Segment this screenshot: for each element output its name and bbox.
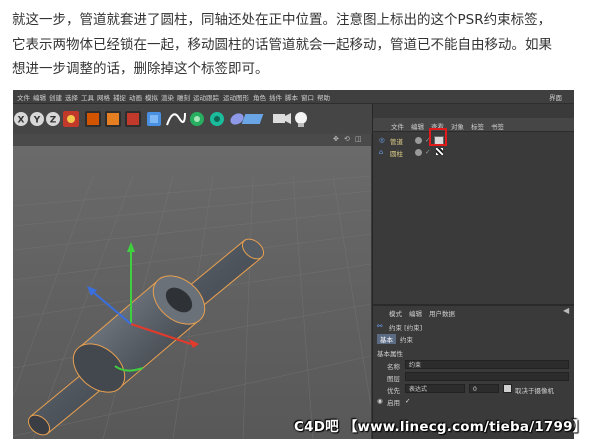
layout-label[interactable]: 界面	[549, 92, 562, 102]
menu-item[interactable]: 网格	[97, 92, 110, 102]
attr-title: 约束 [约束]	[389, 324, 423, 332]
world-icon[interactable]	[63, 111, 79, 127]
article-line: 想进一步调整的话，删除掉这个标签即可。	[12, 61, 269, 77]
array-icon[interactable]	[210, 112, 224, 126]
object-name: 管道	[390, 138, 403, 146]
name-label: 名称	[387, 363, 400, 371]
render-settings-icon[interactable]	[125, 111, 141, 127]
spline-icon[interactable]	[166, 112, 186, 126]
menu-item[interactable]: 运动跟踪	[193, 92, 219, 102]
article-text: 就这一步，管道就套进了圆柱，同轴还处在正中位置。注意图上标出的这个PSR约束标签…	[12, 8, 602, 82]
article-line: 就这一步，管道就套进了圆柱，同轴还处在正中位置。注意图上标出的这个PSR约束标签…	[12, 12, 552, 28]
radio-icon[interactable]: ◉	[377, 397, 383, 405]
pipe-object-icon: ◎	[379, 136, 385, 144]
highlight-box	[429, 128, 447, 146]
svg-text:Z: Z	[50, 116, 57, 126]
camera-icon[interactable]	[273, 113, 291, 124]
menu-item[interactable]: 脚本	[285, 92, 298, 102]
render-icon[interactable]	[105, 111, 121, 127]
section-basic-properties: 基本属性	[377, 350, 403, 358]
menu-item[interactable]: 编辑	[33, 92, 46, 102]
menu-item[interactable]: 雕刻	[177, 92, 190, 102]
subtab-constraint[interactable]: 约束	[397, 334, 416, 344]
priority-select[interactable]: 表达式	[405, 384, 465, 393]
deformer-icon[interactable]	[228, 111, 245, 127]
name-field[interactable]: 约束	[405, 360, 569, 369]
layer-field[interactable]	[405, 372, 569, 381]
tab-file[interactable]: 文件	[391, 121, 404, 131]
menu-item[interactable]: 插件	[269, 92, 282, 102]
menu-item[interactable]: 角色	[253, 92, 266, 102]
constraint-tag-icon: ⚯	[377, 322, 383, 330]
priority-number[interactable]: 0	[469, 384, 499, 393]
cube-icon[interactable]	[147, 112, 161, 126]
attr-tab-userdata[interactable]: 用户数据	[429, 308, 455, 318]
tab-bookmarks[interactable]: 书签	[491, 121, 504, 131]
back-arrow-icon[interactable]: ◀	[563, 306, 569, 315]
rotate-view-icon[interactable]: ⟲	[344, 135, 350, 143]
object-row-pipe[interactable]: ◎ 管道 ✓	[373, 135, 574, 146]
y-axis-icon[interactable]: Y	[30, 112, 44, 126]
attr-tab-edit[interactable]: 编辑	[409, 308, 422, 318]
object-name: 圆柱	[390, 150, 403, 158]
floor-icon[interactable]	[241, 114, 264, 124]
menu-item[interactable]: 工具	[81, 92, 94, 102]
menu-item[interactable]: 窗口	[301, 92, 314, 102]
tab-edit[interactable]: 编辑	[411, 121, 424, 131]
menu-item[interactable]: 动画	[129, 92, 142, 102]
main-toolbar: X Y Z	[13, 104, 373, 134]
menu-bar: 文件 编辑 创建 选择 工具 网格 捕捉 动画 模拟 渲染 雕刻 运动跟踪 运动…	[13, 90, 574, 104]
enable-label: 启用	[387, 399, 400, 407]
enable-check-icon[interactable]: ✓	[405, 397, 410, 405]
menu-item[interactable]: 模拟	[145, 92, 158, 102]
render-view-icon[interactable]	[85, 111, 101, 127]
watermark: C4D吧 【www.linecg.com/tieba/1799】	[294, 419, 587, 435]
svg-text:X: X	[18, 116, 25, 126]
menu-item[interactable]: 文件	[17, 92, 30, 102]
material-tag-icon[interactable]	[436, 148, 443, 155]
menu-item[interactable]: 渲染	[161, 92, 174, 102]
object-manager-tabs: 文件 编辑 查看 对象 标签 书签	[373, 118, 574, 132]
check-icon[interactable]: ✓	[425, 148, 430, 156]
c4d-screenshot: 文件 编辑 创建 选择 工具 网格 捕捉 动画 模拟 渲染 雕刻 运动跟踪 运动…	[13, 90, 574, 439]
priority-label: 优先	[387, 387, 400, 395]
subtab-basic[interactable]: 基本	[377, 334, 396, 344]
z-axis-icon[interactable]: Z	[46, 112, 60, 126]
menu-item[interactable]: 运动图形	[223, 92, 249, 102]
camera-label: 取决于摄像机	[515, 387, 554, 395]
toolbar-icons: X Y Z	[14, 111, 307, 127]
cylinder-object-icon: ⌂	[379, 148, 384, 156]
object-row-cylinder[interactable]: ⌂ 圆柱 ✓	[373, 147, 574, 158]
layer-label: 图层	[387, 375, 400, 383]
move-view-icon[interactable]: ✥	[333, 135, 339, 143]
visibility-dot-icon[interactable]	[415, 137, 422, 144]
menu-item[interactable]: 创建	[49, 92, 62, 102]
x-axis-icon[interactable]: X	[14, 112, 28, 126]
viewport-scene	[13, 146, 371, 439]
menu-item[interactable]: 帮助	[317, 92, 330, 102]
right-panel: 文件 编辑 查看 对象 标签 书签 ◎ 管道 ✓ ⌂ 圆柱 ✓ 模式 编辑 用户…	[372, 104, 574, 439]
menu-item[interactable]: 选择	[65, 92, 78, 102]
camera-checkbox[interactable]	[503, 384, 512, 393]
maximize-view-icon[interactable]: ◫	[355, 135, 362, 143]
light-icon[interactable]	[295, 112, 307, 127]
article-line: 它表示两物体已经锁在一起，移动圆柱的话管道就会一起移动，管道已不能自由移动。如果	[12, 36, 552, 53]
svg-text:Y: Y	[33, 116, 41, 126]
visibility-dot-icon[interactable]	[415, 149, 422, 156]
nurbs-icon[interactable]	[190, 112, 204, 126]
attr-tab-mode[interactable]: 模式	[389, 308, 402, 318]
tab-tags[interactable]: 标签	[471, 121, 484, 131]
menu-item[interactable]: 捕捉	[113, 92, 126, 102]
tab-objects[interactable]: 对象	[451, 121, 464, 131]
3d-viewport[interactable]: ✥ ⟲ ◫	[13, 134, 371, 439]
